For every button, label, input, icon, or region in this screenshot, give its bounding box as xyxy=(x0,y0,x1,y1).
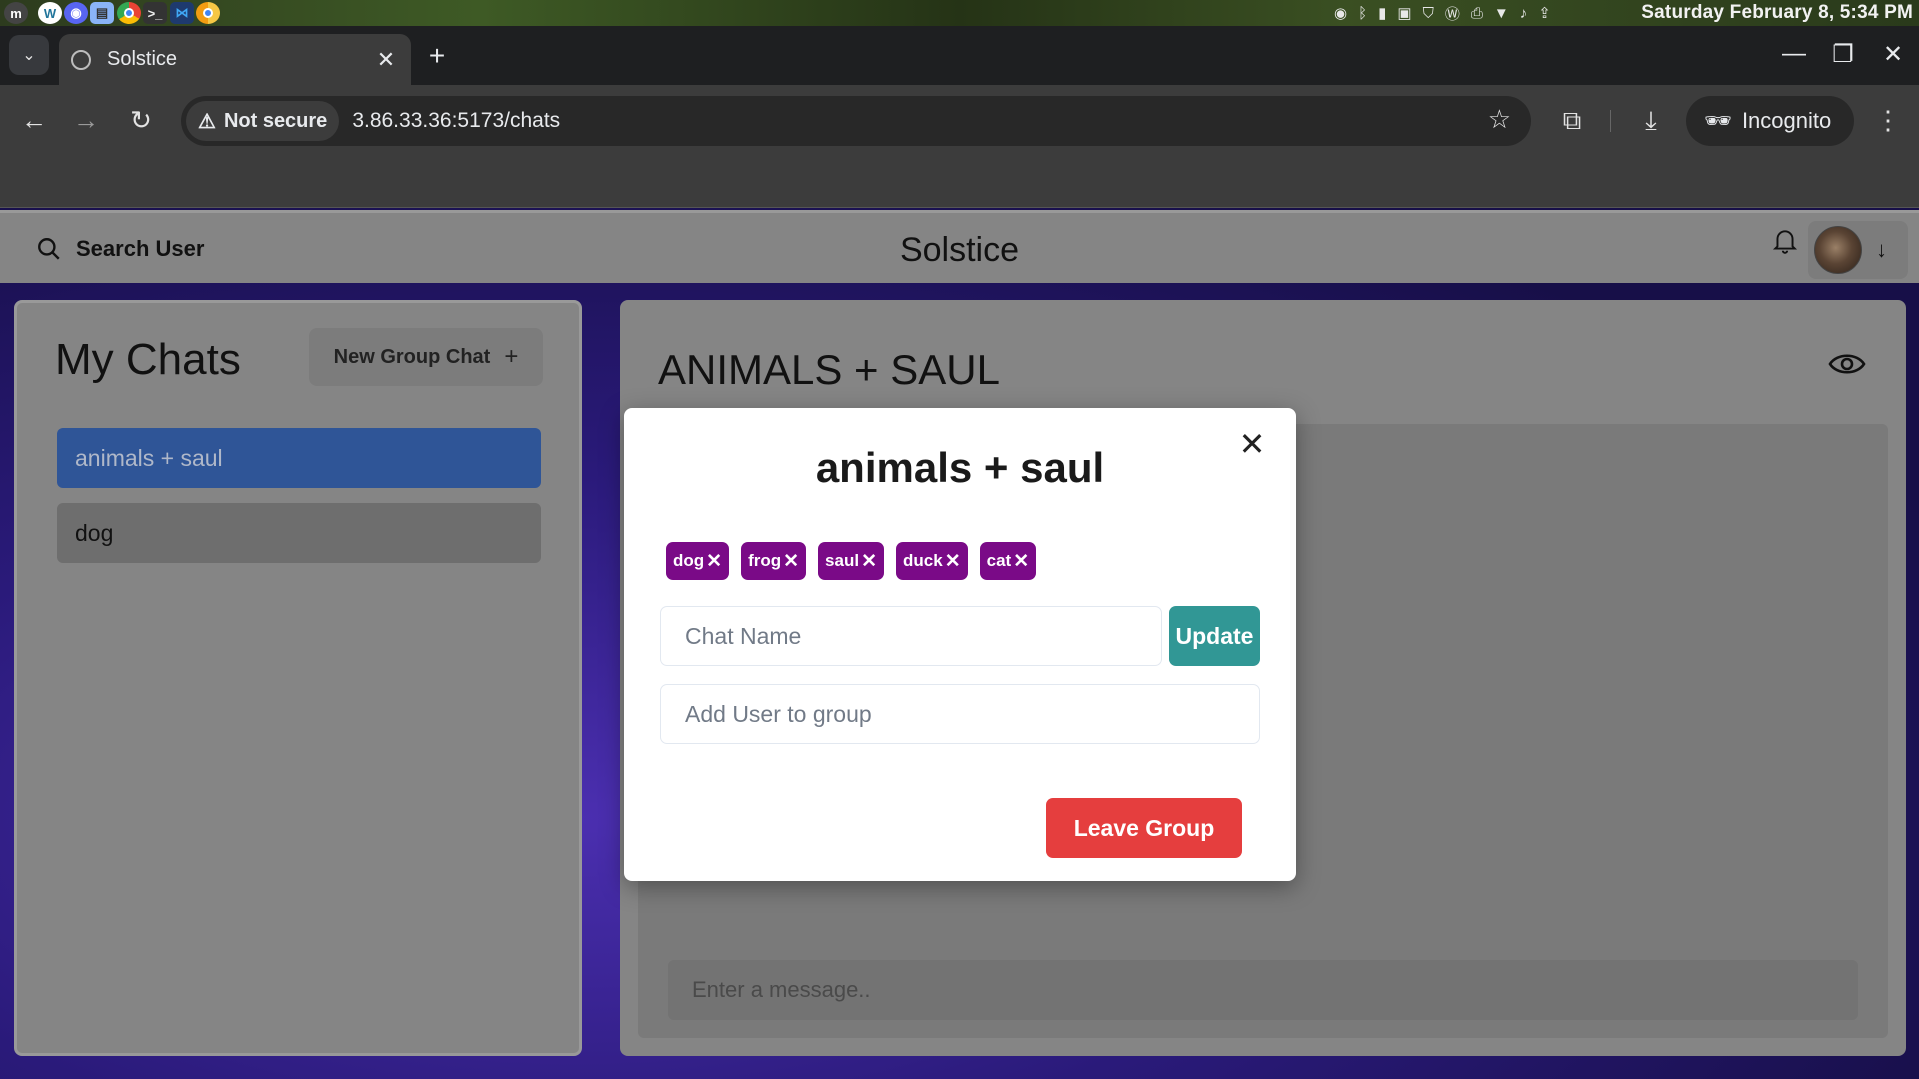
my-chats-panel: My Chats New Group Chat + animals + saul… xyxy=(14,300,582,1056)
incognito-chip[interactable]: 🕶 Incognito xyxy=(1686,96,1854,146)
member-name: saul xyxy=(825,551,860,570)
wordpress-tray-icon[interactable]: Ⓦ xyxy=(1445,3,1460,24)
security-label: Not secure xyxy=(223,109,328,132)
system-tray: ◉ ᛒ ▮ ▣ ⛉ Ⓦ ⎙ ▼ ♪ ⇪ xyxy=(1334,3,1551,23)
chat-item-label: animals + saul xyxy=(75,444,223,471)
terminal-icon[interactable]: >_ xyxy=(143,2,167,24)
warning-icon: ⚠ xyxy=(198,110,216,133)
remove-member-icon[interactable]: ✕ xyxy=(706,550,722,573)
wifi-icon[interactable]: ▼ xyxy=(1494,5,1509,22)
files-icon[interactable]: ▤ xyxy=(90,2,114,24)
group-settings-modal: animals + saul ✕ dog ✕ frog ✕ saul ✕ duck ✕ … xyxy=(624,408,1296,881)
vscode-icon[interactable]: ⋈ xyxy=(170,2,194,24)
extensions-icon[interactable]: ⧉ xyxy=(1552,100,1592,140)
restore-icon[interactable]: ❐ xyxy=(1828,40,1858,69)
message-input[interactable]: Enter a message.. xyxy=(668,960,1858,1020)
remove-member-icon[interactable]: ✕ xyxy=(945,550,961,573)
member-chip-frog[interactable]: frog ✕ xyxy=(741,542,807,580)
member-name: cat xyxy=(986,551,1012,570)
address-bar[interactable]: ⚠ Not secure 3.86.33.36:5173/chats ☆ xyxy=(181,96,1531,146)
bluetooth-icon[interactable]: ᛒ xyxy=(1358,5,1367,22)
chat-item-dog[interactable]: dog xyxy=(57,503,541,563)
remove-member-icon[interactable]: ✕ xyxy=(783,550,799,573)
forward-icon[interactable]: → xyxy=(66,100,106,140)
browser-tabstrip: ⌄ Solstice ✕ + — ❐ ✕ xyxy=(0,26,1919,85)
chrome-icon[interactable] xyxy=(117,2,141,24)
close-window-icon[interactable]: ✕ xyxy=(1878,40,1908,69)
my-chats-title: My Chats xyxy=(55,335,241,384)
update-icon[interactable]: ⇪ xyxy=(1538,4,1551,22)
os-top-bar: m W ◉ ▤ >_ ⋈ ◉ ᛒ ▮ ▣ ⛉ Ⓦ ⎙ ▼ ♪ ⇪ Saturda… xyxy=(0,0,1919,26)
battery-icon[interactable]: ▮ xyxy=(1378,4,1386,22)
eye-icon[interactable] xyxy=(1828,350,1866,383)
wordpress-icon[interactable]: W xyxy=(38,2,62,24)
new-group-chat-label: New Group Chat xyxy=(333,345,491,368)
app-header: Search User Solstice ↓ xyxy=(0,210,1919,283)
update-button[interactable]: Update xyxy=(1169,606,1260,666)
clipboard-icon[interactable]: ▣ xyxy=(1397,4,1411,22)
arrow-down-icon: ↓ xyxy=(1876,237,1887,262)
leave-group-button[interactable]: Leave Group xyxy=(1046,798,1242,858)
member-chip-saul[interactable]: saul ✕ xyxy=(818,542,884,580)
toolbar-divider xyxy=(1610,110,1611,132)
app-title: Solstice xyxy=(899,231,1020,269)
member-chip-dog[interactable]: dog ✕ xyxy=(666,542,730,580)
chat-item-animals-saul[interactable]: animals + saul xyxy=(57,428,541,488)
modal-title: animals + saul xyxy=(815,444,1105,491)
new-tab-button[interactable]: + xyxy=(420,40,454,74)
message-placeholder: Enter a message.. xyxy=(692,977,871,1002)
shield-icon[interactable]: ⛉ xyxy=(1423,5,1434,22)
browser-content-gap xyxy=(0,155,1919,208)
download-icon[interactable]: ⤓ xyxy=(1631,100,1671,140)
tab-search-button[interactable]: ⌄ xyxy=(9,35,49,75)
member-name: dog xyxy=(673,551,705,570)
chat-item-label: dog xyxy=(75,519,114,546)
browser-toolbar: ← → ↻ ⚠ Not secure 3.86.33.36:5173/chats… xyxy=(0,85,1919,155)
minimize-icon[interactable]: — xyxy=(1779,40,1809,68)
mint-menu-icon[interactable]: m xyxy=(4,2,28,24)
os-clock[interactable]: Saturday February 8, 5:34 PM xyxy=(1641,2,1913,24)
member-chips: dog ✕ frog ✕ saul ✕ duck ✕ cat ✕ xyxy=(666,542,1037,580)
chrome-canary-icon[interactable] xyxy=(196,2,220,24)
chat-name-input[interactable] xyxy=(660,606,1162,666)
chevron-down-icon: ⌄ xyxy=(22,47,36,64)
music-icon[interactable]: ♪ xyxy=(1520,5,1528,22)
bookmark-star-icon[interactable]: ☆ xyxy=(1488,104,1511,135)
incognito-label: Incognito xyxy=(1741,108,1832,133)
discord-icon[interactable]: ◉ xyxy=(64,2,88,24)
remove-member-icon[interactable]: ✕ xyxy=(861,550,877,573)
incognito-icon: 🕶 xyxy=(1704,108,1732,133)
close-icon[interactable]: ✕ xyxy=(1234,426,1270,462)
security-chip[interactable]: ⚠ Not secure xyxy=(186,101,340,141)
member-name: frog xyxy=(748,551,782,570)
menu-kebab-icon[interactable]: ⋮ xyxy=(1868,100,1908,140)
profile-menu-button[interactable]: ↓ xyxy=(1808,221,1908,279)
chat-heading: ANIMALS + SAUL xyxy=(658,346,1000,393)
printer-icon[interactable]: ⎙ xyxy=(1471,5,1483,22)
avatar xyxy=(1814,226,1862,274)
browser-tab-active[interactable]: Solstice ✕ xyxy=(59,34,411,85)
url-text[interactable]: 3.86.33.36:5173/chats xyxy=(352,109,560,133)
member-chip-duck[interactable]: duck ✕ xyxy=(896,542,968,580)
new-group-chat-button[interactable]: New Group Chat + xyxy=(309,328,543,386)
back-icon[interactable]: ← xyxy=(14,100,54,140)
close-tab-icon[interactable]: ✕ xyxy=(373,47,399,73)
plus-icon: + xyxy=(504,343,519,370)
globe-icon xyxy=(71,49,91,70)
add-user-input[interactable] xyxy=(660,684,1260,744)
member-chip-cat[interactable]: cat ✕ xyxy=(979,542,1037,580)
discord-tray-icon[interactable]: ◉ xyxy=(1334,4,1347,22)
tab-title: Solstice xyxy=(107,48,178,70)
reload-icon[interactable]: ↻ xyxy=(121,100,161,140)
member-name: duck xyxy=(903,551,943,570)
remove-member-icon[interactable]: ✕ xyxy=(1013,550,1029,573)
bell-icon[interactable] xyxy=(1772,227,1798,262)
